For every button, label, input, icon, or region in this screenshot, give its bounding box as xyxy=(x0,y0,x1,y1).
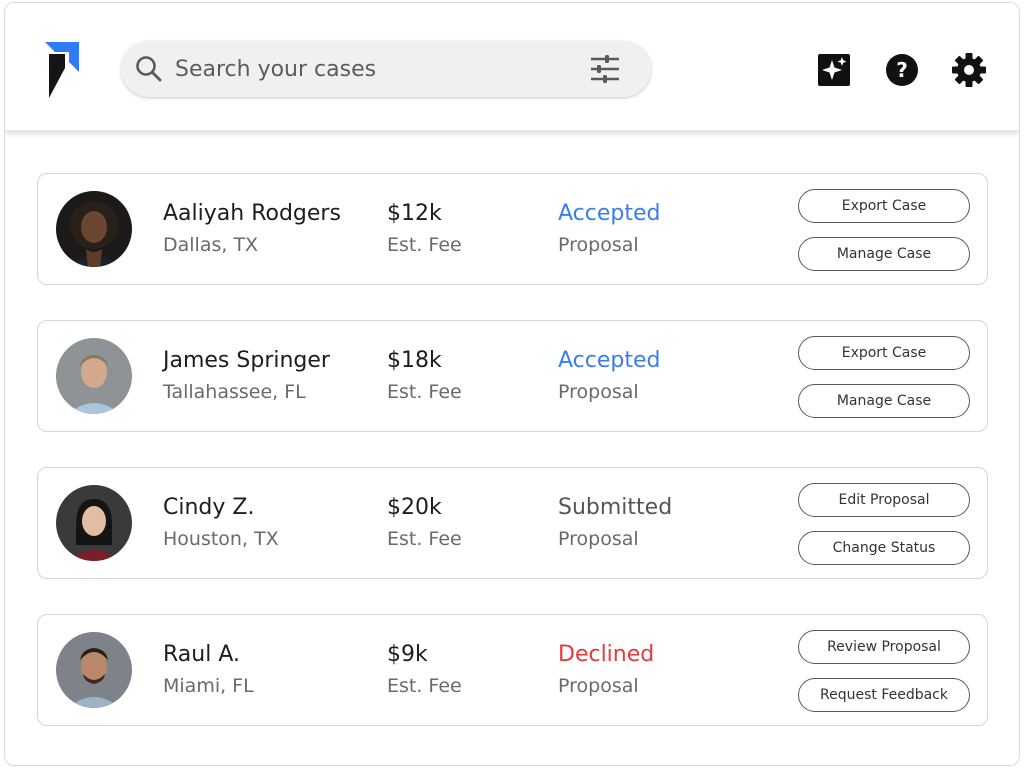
fee-label: Est. Fee xyxy=(387,234,462,256)
manage-case-button[interactable]: Manage Case xyxy=(798,384,970,418)
search-bar[interactable] xyxy=(121,41,651,97)
fee-amount: $18k xyxy=(387,348,442,373)
sparkle-icon[interactable] xyxy=(815,51,853,89)
brand-logo-icon[interactable] xyxy=(41,42,81,98)
case-card: Raul A. Miami, FL $9k Est. Fee Declined … xyxy=(37,614,988,726)
client-location: Miami, FL xyxy=(163,675,254,697)
review-proposal-button[interactable]: Review Proposal xyxy=(798,630,970,664)
fee-label: Est. Fee xyxy=(387,381,462,403)
help-icon[interactable]: ? xyxy=(883,51,921,89)
search-icon[interactable] xyxy=(135,55,163,83)
request-feedback-button[interactable]: Request Feedback xyxy=(798,678,970,712)
edit-proposal-button[interactable]: Edit Proposal xyxy=(798,483,970,517)
client-name: Cindy Z. xyxy=(163,495,255,520)
fee-amount: $9k xyxy=(387,642,428,667)
case-card: Cindy Z. Houston, TX $20k Est. Fee Submi… xyxy=(37,467,988,579)
status-label: Proposal xyxy=(558,381,639,403)
status-text: Accepted xyxy=(558,201,661,226)
avatar xyxy=(56,191,132,267)
avatar xyxy=(56,485,132,561)
status-text: Submitted xyxy=(558,495,673,520)
avatar xyxy=(56,338,132,414)
svg-text:?: ? xyxy=(896,58,908,82)
case-card: James Springer Tallahassee, FL $18k Est.… xyxy=(37,320,988,432)
client-location: Tallahassee, FL xyxy=(163,381,306,403)
top-bar: ? xyxy=(5,3,1019,131)
client-name: Raul A. xyxy=(163,642,240,667)
avatar xyxy=(56,632,132,708)
fee-label: Est. Fee xyxy=(387,675,462,697)
status-text: Declined xyxy=(558,642,655,667)
status-label: Proposal xyxy=(558,675,639,697)
fee-amount: $12k xyxy=(387,201,442,226)
status-text: Accepted xyxy=(558,348,661,373)
manage-case-button[interactable]: Manage Case xyxy=(798,237,970,271)
search-input[interactable] xyxy=(175,41,575,97)
client-location: Houston, TX xyxy=(163,528,279,550)
client-name: Aaliyah Rodgers xyxy=(163,201,341,226)
export-case-button[interactable]: Export Case xyxy=(798,189,970,223)
client-name: James Springer xyxy=(163,348,330,373)
fee-amount: $20k xyxy=(387,495,442,520)
change-status-button[interactable]: Change Status xyxy=(798,531,970,565)
case-card: Aaliyah Rodgers Dallas, TX $12k Est. Fee… xyxy=(37,173,988,285)
status-label: Proposal xyxy=(558,528,639,550)
client-location: Dallas, TX xyxy=(163,234,259,256)
fee-label: Est. Fee xyxy=(387,528,462,550)
gear-icon[interactable] xyxy=(950,51,988,89)
filter-sliders-icon[interactable] xyxy=(589,54,621,84)
app-window: ? xyxy=(4,2,1020,766)
status-label: Proposal xyxy=(558,234,639,256)
export-case-button[interactable]: Export Case xyxy=(798,336,970,370)
